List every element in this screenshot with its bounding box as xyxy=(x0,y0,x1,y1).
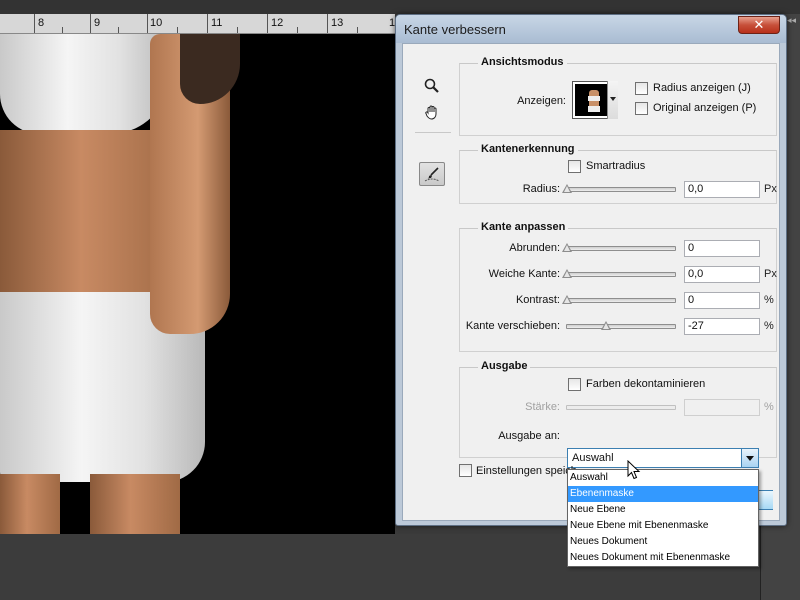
zoom-icon xyxy=(424,78,439,93)
decontaminate-colors-label: Farben dekontaminieren xyxy=(586,378,706,390)
smooth-field[interactable]: 0 xyxy=(684,240,760,257)
smooth-slider[interactable] xyxy=(566,246,676,251)
radius-slider[interactable] xyxy=(566,187,676,192)
show-radius-checkbox[interactable] xyxy=(635,82,648,95)
contrast-slider[interactable] xyxy=(566,298,676,303)
contrast-label: Kontrast: xyxy=(515,294,560,306)
option-layer-mask[interactable]: Ebenenmaske xyxy=(568,486,758,502)
options-bar xyxy=(0,0,800,14)
amount-slider xyxy=(566,405,676,410)
radius-slider-thumb[interactable] xyxy=(562,184,572,193)
smart-radius-label: Smartradius xyxy=(586,160,646,172)
feather-unit: Px xyxy=(764,268,777,280)
smooth-slider-thumb[interactable] xyxy=(562,243,572,252)
refine-radius-brush-icon xyxy=(424,167,440,182)
collapse-panels-icon[interactable]: ◂◂ xyxy=(787,15,796,26)
zoom-tool-button[interactable] xyxy=(419,74,445,98)
show-radius-label: Radius anzeigen (J) xyxy=(653,82,751,94)
smooth-label: Abrunden: xyxy=(509,242,560,254)
radius-unit: Px xyxy=(764,183,777,195)
tool-separator xyxy=(415,132,451,133)
output-title: Ausgabe xyxy=(478,360,531,372)
edge-detection-title: Kantenerkennung xyxy=(478,143,578,155)
option-new-document-with-mask[interactable]: Neues Dokument mit Ebenenmaske xyxy=(568,550,758,566)
option-selection[interactable]: Auswahl xyxy=(568,470,758,486)
refine-edge-dialog: Kante verbessern ✕ Ansichtsmodus Anzeige… xyxy=(395,14,787,567)
view-mode-title: Ansichtsmodus xyxy=(478,56,567,68)
show-original-checkbox[interactable] xyxy=(635,102,648,115)
show-original-label: Original anzeigen (P) xyxy=(653,102,757,114)
shift-edge-field[interactable]: -27 xyxy=(684,318,760,335)
view-mode-group: Ansichtsmodus Anzeigen: Radius anzeigen … xyxy=(459,56,777,136)
shift-edge-slider-thumb[interactable] xyxy=(601,321,611,330)
hand-tool-button[interactable] xyxy=(419,100,445,124)
ruler-mark: 8 xyxy=(38,17,45,29)
decontaminate-colors-checkbox[interactable] xyxy=(568,378,581,391)
document-canvas[interactable] xyxy=(0,34,395,534)
ruler-mark: 11 xyxy=(211,17,223,29)
ruler-mark: 9 xyxy=(94,17,101,29)
radius-field[interactable]: 0,0 xyxy=(684,181,760,198)
shift-edge-unit: % xyxy=(764,320,774,332)
chevron-down-icon[interactable] xyxy=(741,449,758,467)
contrast-field[interactable]: 0 xyxy=(684,292,760,309)
shift-edge-slider[interactable] xyxy=(566,324,676,329)
edge-detection-group: Kantenerkennung Smartradius Radius: 0,0 … xyxy=(459,143,777,204)
feather-slider[interactable] xyxy=(566,272,676,277)
horizontal-ruler: 8 9 10 11 12 13 14 xyxy=(0,14,395,34)
dialog-title: Kante verbessern xyxy=(404,22,506,37)
amount-label: Stärke: xyxy=(525,401,560,413)
dialog-body: Ansichtsmodus Anzeigen: Radius anzeigen … xyxy=(402,43,780,567)
dialog-titlebar[interactable]: Kante verbessern ✕ xyxy=(396,15,786,43)
contrast-unit: % xyxy=(764,294,774,306)
view-label: Anzeigen: xyxy=(517,95,566,107)
adjust-edge-title: Kante anpassen xyxy=(478,221,569,233)
remember-settings-checkbox[interactable] xyxy=(459,464,472,477)
radius-label: Radius: xyxy=(522,183,560,195)
option-new-layer[interactable]: Neue Ebene xyxy=(568,502,758,518)
feather-label: Weiche Kante: xyxy=(488,268,560,280)
ruler-mark: 13 xyxy=(331,17,344,29)
remember-settings-label: Einstellungen speich xyxy=(476,465,577,477)
adjust-edge-group: Kante anpassen Abrunden: 0 Weiche Kante:… xyxy=(459,221,777,352)
amount-unit: % xyxy=(764,401,774,413)
close-button[interactable]: ✕ xyxy=(738,16,780,34)
amount-field xyxy=(684,399,760,416)
hand-icon xyxy=(425,105,437,120)
output-to-label: Ausgabe an: xyxy=(498,430,560,442)
close-icon: ✕ xyxy=(753,17,765,32)
smart-radius-checkbox[interactable] xyxy=(568,160,581,173)
refine-radius-tool-button[interactable] xyxy=(419,162,445,186)
mouse-cursor-icon xyxy=(627,460,641,480)
contrast-slider-thumb[interactable] xyxy=(562,295,572,304)
view-mode-dropdown-arrow[interactable] xyxy=(607,81,618,119)
ruler-mark: 12 xyxy=(271,17,284,29)
output-to-select[interactable]: Auswahl xyxy=(567,448,759,468)
feather-slider-thumb[interactable] xyxy=(562,269,572,278)
ruler-mark: 10 xyxy=(150,17,163,29)
shift-edge-label: Kante verschieben: xyxy=(465,320,560,332)
output-to-dropdown: Auswahl Ebenenmaske Neue Ebene Neue Eben… xyxy=(567,469,759,567)
output-group: Ausgabe Farben dekontaminieren Stärke: %… xyxy=(459,360,777,458)
feather-field[interactable]: 0,0 xyxy=(684,266,760,283)
output-to-value: Auswahl xyxy=(572,452,614,464)
option-new-document[interactable]: Neues Dokument xyxy=(568,534,758,550)
option-new-layer-with-mask[interactable]: Neue Ebene mit Ebenenmaske xyxy=(568,518,758,534)
